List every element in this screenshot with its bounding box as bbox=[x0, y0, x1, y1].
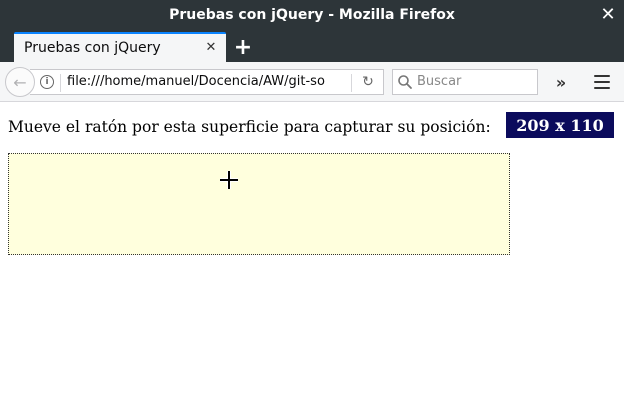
instruction-text: Mueve el ratón por esta superficie para … bbox=[8, 118, 491, 136]
url-separator bbox=[60, 74, 61, 92]
search-input[interactable]: Buscar bbox=[392, 69, 538, 95]
navigation-toolbar: i file:///home/manuel/Docencia/AW/git-so… bbox=[0, 62, 624, 102]
reload-separator bbox=[351, 74, 352, 92]
reload-icon[interactable]: ↻ bbox=[360, 73, 376, 91]
url-text[interactable]: file:///home/manuel/Docencia/AW/git-so bbox=[67, 74, 350, 89]
url-bar[interactable]: i file:///home/manuel/Docencia/AW/git-so… bbox=[30, 69, 384, 95]
menu-line bbox=[594, 87, 610, 89]
tab-label: Pruebas con jQuery bbox=[24, 40, 161, 56]
info-icon[interactable]: i bbox=[40, 75, 54, 89]
mouse-capture-area[interactable] bbox=[8, 153, 510, 255]
hamburger-menu-icon[interactable] bbox=[592, 73, 612, 91]
back-button[interactable]: ← bbox=[5, 67, 35, 97]
back-arrow-icon: ← bbox=[13, 72, 27, 92]
crosshair-cursor-icon bbox=[220, 171, 238, 189]
window-title: Pruebas con jQuery - Mozilla Firefox bbox=[169, 7, 455, 23]
menu-line bbox=[594, 75, 610, 77]
tab-pruebas-jquery[interactable]: Pruebas con jQuery ✕ bbox=[14, 32, 226, 62]
new-tab-button[interactable]: + bbox=[233, 35, 253, 60]
page-content: Mueve el ratón por esta superficie para … bbox=[0, 103, 624, 400]
search-icon bbox=[398, 75, 412, 89]
window-close-icon[interactable]: ✕ bbox=[598, 5, 618, 25]
search-placeholder: Buscar bbox=[417, 74, 462, 89]
tab-close-icon[interactable]: ✕ bbox=[204, 40, 218, 55]
tab-strip: Pruebas con jQuery ✕ bbox=[0, 30, 624, 62]
window-titlebar: Pruebas con jQuery - Mozilla Firefox ✕ bbox=[0, 0, 624, 30]
chevrons-right-icon[interactable]: » bbox=[550, 71, 572, 93]
position-readout: 209 x 110 bbox=[506, 112, 614, 138]
menu-line bbox=[594, 81, 610, 83]
